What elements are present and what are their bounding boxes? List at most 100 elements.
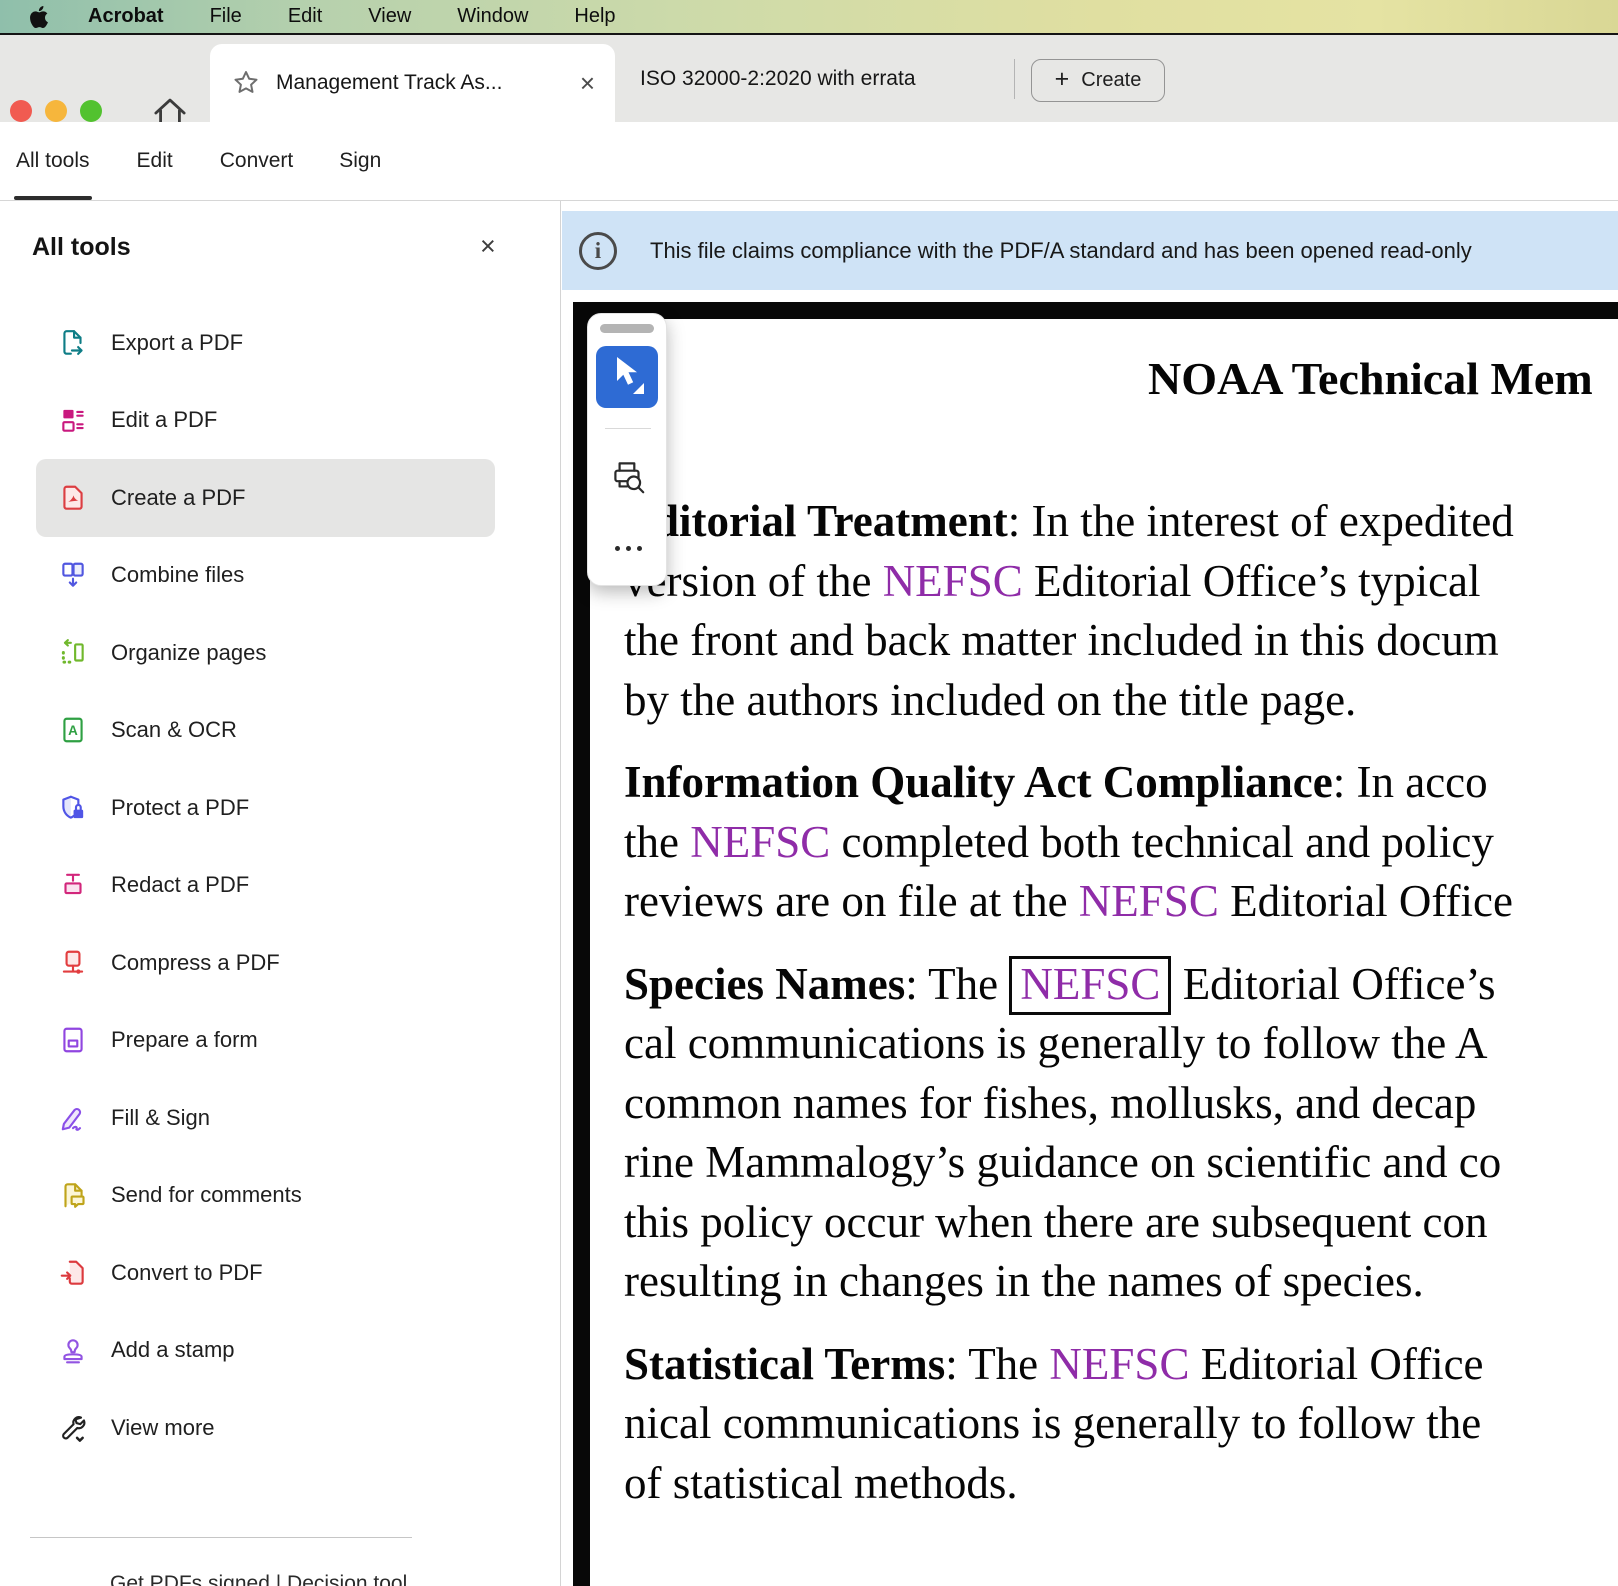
nefsc-link[interactable]: NEFSC	[690, 817, 830, 867]
ellipsis-dot	[626, 546, 631, 551]
sidebar-item-create-pdf[interactable]: Create a PDF	[36, 459, 495, 537]
compress-pdf-icon	[57, 947, 89, 979]
doc-text-run: Editorial Office	[1189, 1339, 1483, 1389]
ribbon-tab-edit[interactable]: Edit	[137, 122, 173, 200]
doc-text-run: common names for fishes, mollusks, and d…	[624, 1078, 1476, 1128]
drag-handle[interactable]	[600, 324, 654, 333]
ribbon-tab-label: All tools	[16, 149, 90, 173]
doc-text-run: Statistical Terms	[624, 1339, 945, 1389]
export-pdf-icon	[57, 327, 89, 359]
tool-label: Organize pages	[111, 640, 266, 666]
menu-edit[interactable]: Edit	[288, 5, 322, 28]
sidebar-item-fill-sign[interactable]: Fill & Sign	[0, 1079, 561, 1157]
document-heading: NOAA Technical Mem	[1148, 352, 1593, 405]
sidebar-item-add-stamp[interactable]: Add a stamp	[0, 1312, 561, 1390]
scan-ocr-icon: A	[57, 714, 89, 746]
close-tab-icon[interactable]: ×	[580, 70, 595, 96]
create-button-label: Create	[1081, 69, 1141, 92]
menu-file[interactable]: File	[210, 5, 242, 28]
close-window-button[interactable]	[10, 100, 32, 122]
tool-label: Redact a PDF	[111, 872, 249, 898]
ribbon-tab-label: Edit	[137, 149, 173, 173]
nefsc-link[interactable]: NEFSC	[883, 556, 1023, 606]
cursor-arrow-icon	[617, 357, 637, 385]
sidebar-item-compress-pdf[interactable]: Compress a PDF	[0, 924, 561, 1002]
create-button[interactable]: + Create	[1031, 59, 1165, 102]
send-comments-icon	[57, 1179, 89, 1211]
paragraph-information-quality: Information Quality Act Compliance: In a…	[624, 753, 1514, 932]
sidebar-item-protect-pdf[interactable]: Protect a PDF	[0, 769, 561, 847]
menu-window[interactable]: Window	[457, 5, 528, 28]
doc-text-run: : The	[945, 1339, 1049, 1389]
nefsc-link-focused[interactable]: NEFSC	[1009, 956, 1171, 1015]
doc-text-run: the front and back matter included in th…	[624, 615, 1499, 665]
tool-label: Create a PDF	[111, 485, 246, 511]
info-icon: i	[579, 232, 617, 270]
sidebar-footer-links[interactable]: Get PDFs signed | Decision tool	[110, 1572, 407, 1586]
doc-text-run: Species Names	[624, 959, 905, 1009]
organize-pages-icon	[57, 637, 89, 669]
protect-pdf-icon	[57, 792, 89, 824]
tool-label: Fill & Sign	[111, 1105, 210, 1131]
doc-text-run: of statistical methods.	[624, 1458, 1018, 1508]
doc-text-run: nical communications is generally to fol…	[624, 1398, 1481, 1448]
tab-title: Management Track As...	[276, 71, 502, 95]
document-viewport[interactable]: NOAA Technical Mem Editorial Treatment: …	[562, 290, 1618, 1586]
doc-text-run: by the authors included on the title pag…	[624, 675, 1356, 725]
tool-label: Protect a PDF	[111, 795, 249, 821]
sidebar-item-export-pdf[interactable]: Export a PDF	[0, 304, 561, 382]
menu-view[interactable]: View	[368, 5, 411, 28]
selection-tool-button[interactable]	[596, 346, 658, 408]
add-stamp-icon	[57, 1334, 89, 1366]
sidebar-item-convert-to-pdf[interactable]: Convert to PDF	[0, 1234, 561, 1312]
traffic-lights	[10, 100, 102, 122]
close-panel-icon[interactable]: ×	[480, 233, 496, 260]
sidebar-item-edit-pdf[interactable]: Edit a PDF	[0, 382, 561, 460]
paragraph-editorial-treatment: Editorial Treatment: In the interest of …	[624, 492, 1514, 730]
tab-management-track[interactable]: Management Track As... ×	[210, 44, 615, 122]
panel-title: All tools	[32, 233, 131, 262]
tool-list: Export a PDF Edit a PDF Create a PDF Com…	[0, 304, 561, 1467]
ribbon-tab-all-tools[interactable]: All tools	[16, 122, 90, 200]
ribbon-tab-sign[interactable]: Sign	[339, 122, 381, 200]
ribbon-tab-label: Sign	[339, 149, 381, 173]
nefsc-link[interactable]: NEFSC	[1079, 876, 1219, 926]
tab-iso-32000[interactable]: ISO 32000-2:2020 with errata	[640, 35, 916, 122]
sidebar-item-view-more[interactable]: View more	[0, 1389, 561, 1467]
tool-label: Convert to PDF	[111, 1260, 263, 1286]
sidebar-item-send-for-comments[interactable]: Send for comments	[0, 1157, 561, 1235]
sidebar-item-prepare-form[interactable]: Prepare a form	[0, 1002, 561, 1080]
doc-text-run: Information Quality Act Compliance	[624, 757, 1333, 807]
minimize-window-button[interactable]	[45, 100, 67, 122]
fill-sign-icon	[57, 1102, 89, 1134]
doc-text-run: Editorial Office’s	[1171, 959, 1495, 1009]
floating-quick-toolbar	[587, 313, 667, 586]
prepare-form-icon	[57, 1024, 89, 1056]
svg-text:A: A	[68, 723, 78, 738]
doc-text-run: reviews are on file at the	[624, 876, 1079, 926]
more-options-button[interactable]	[588, 546, 668, 551]
nefsc-link[interactable]: NEFSC	[1049, 1339, 1189, 1389]
doc-text-run: Editorial Treatment	[624, 496, 1008, 546]
zoom-window-button[interactable]	[80, 100, 102, 122]
tool-label: Export a PDF	[111, 330, 243, 356]
menu-help[interactable]: Help	[574, 5, 615, 28]
ellipsis-dot	[637, 546, 642, 551]
menu-app-name[interactable]: Acrobat	[88, 5, 164, 28]
sidebar-item-combine-files[interactable]: Combine files	[0, 537, 561, 615]
toolbar-divider	[605, 428, 651, 429]
sidebar-item-organize-pages[interactable]: Organize pages	[0, 614, 561, 692]
star-icon[interactable]	[232, 69, 260, 97]
sidebar-item-scan-ocr[interactable]: A Scan & OCR	[0, 692, 561, 770]
doc-text-run: : In acco	[1333, 757, 1488, 807]
page-border-top	[573, 302, 1618, 319]
tool-label: Combine files	[111, 562, 244, 588]
print-search-icon[interactable]	[607, 456, 649, 498]
sidebar-item-redact-pdf[interactable]: Redact a PDF	[0, 847, 561, 925]
apple-menu-icon[interactable]	[30, 6, 48, 28]
paragraph-species-names: Species Names: The NEFSC Editorial Offic…	[624, 955, 1514, 1312]
ribbon-tab-convert[interactable]: Convert	[220, 122, 294, 200]
paragraph-statistical-terms: Statistical Terms: The NEFSC Editorial O…	[624, 1335, 1514, 1514]
redact-pdf-icon	[57, 869, 89, 901]
view-more-wrench-icon	[57, 1412, 89, 1444]
